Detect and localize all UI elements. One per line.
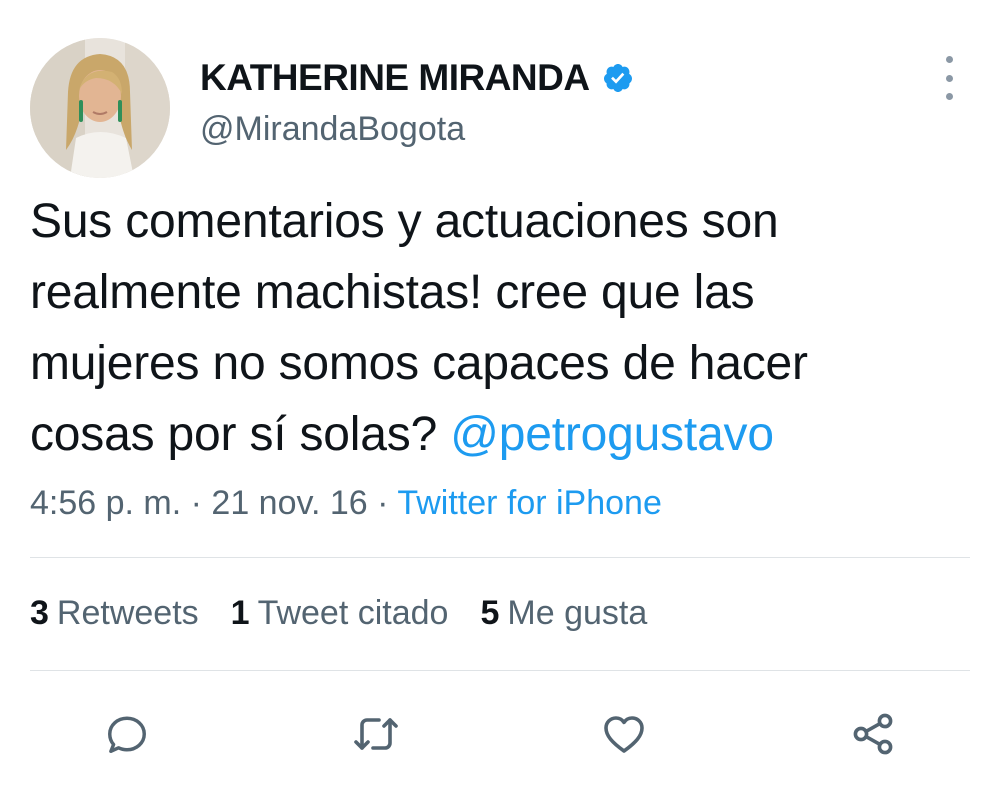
tweet-text-line: mujeres no somos capaces de hacer — [30, 337, 808, 390]
tweet-stats: 3 Retweets 1 Tweet citado 5 Me gusta — [30, 594, 647, 633]
reply-icon[interactable] — [101, 708, 153, 760]
tweet-text-line: Sus comentarios y actuaciones son — [30, 195, 779, 248]
author-name-row: KATHERINE MIRANDA — [200, 52, 634, 104]
meta-separator: · — [367, 484, 398, 522]
tweet-date[interactable]: 21 nov. 16 — [211, 484, 367, 522]
likes-count: 5 — [480, 594, 500, 632]
quotes-stat[interactable]: 1 Tweet citado — [231, 594, 449, 633]
more-dot — [945, 56, 953, 63]
tweet-text: Sus comentarios y actuaciones son realme… — [30, 186, 970, 470]
likes-label: Me gusta — [507, 594, 648, 632]
verified-badge-icon — [602, 62, 634, 94]
divider — [30, 557, 970, 558]
tweet-text-line: realmente machistas! cree que las — [30, 266, 755, 319]
tweet-text-fragment: cosas por sí solas? — [30, 408, 451, 461]
tweet-text-line: cosas por sí solas? @petrogustavo — [30, 399, 970, 470]
more-dot — [945, 93, 953, 100]
meta-separator: · — [181, 484, 212, 522]
quotes-label: Tweet citado — [257, 594, 449, 632]
retweets-label: Retweets — [56, 594, 199, 632]
tweet-time[interactable]: 4:56 p. m. — [30, 484, 181, 522]
avatar-photo — [30, 38, 170, 178]
more-options-icon[interactable] — [934, 56, 964, 100]
mention-link[interactable]: @petrogustavo — [450, 408, 774, 461]
more-dot — [945, 74, 953, 82]
author-display-name[interactable]: KATHERINE MIRANDA — [200, 57, 590, 99]
tweet-source-link[interactable]: Twitter for iPhone — [397, 484, 662, 522]
share-icon[interactable] — [847, 708, 899, 760]
avatar[interactable] — [30, 38, 170, 178]
retweets-count: 3 — [30, 594, 49, 632]
retweet-icon[interactable] — [350, 708, 402, 760]
author-handle[interactable]: @MirandaBogota — [200, 110, 465, 149]
divider — [30, 670, 970, 671]
tweet-card: KATHERINE MIRANDA @MirandaBogota Sus com… — [0, 0, 1000, 807]
retweets-stat[interactable]: 3 Retweets — [30, 594, 199, 633]
tweet-meta: 4:56 p. m. · 21 nov. 16 · Twitter for iP… — [30, 484, 662, 523]
likes-stat[interactable]: 5 Me gusta — [480, 594, 647, 633]
quotes-count: 1 — [230, 594, 250, 632]
like-icon[interactable] — [598, 708, 650, 760]
